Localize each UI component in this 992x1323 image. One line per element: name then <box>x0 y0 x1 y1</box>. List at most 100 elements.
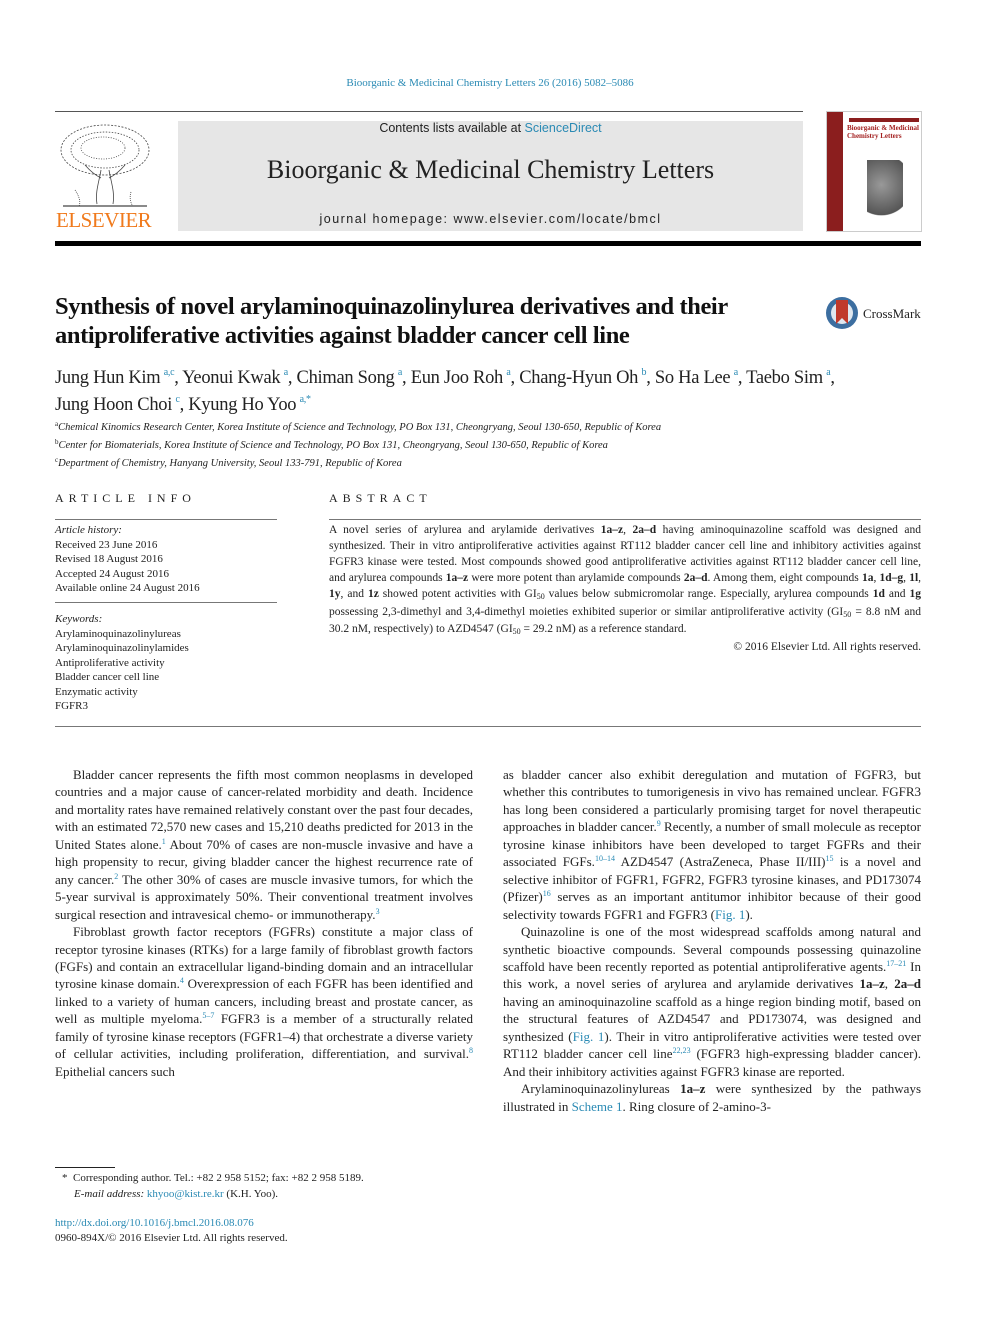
body-column-right: as bladder cancer also exhibit deregulat… <box>503 766 921 1115</box>
history-item: Revised 18 August 2016 <box>55 553 163 565</box>
author-affiliation-marker[interactable]: c <box>176 394 180 405</box>
reference-link[interactable]: 22,23 <box>673 1046 691 1055</box>
reference-link[interactable]: 17–21 <box>886 959 906 968</box>
abstract-copyright: © 2016 Elsevier Ltd. All rights reserved… <box>733 641 921 654</box>
contents-prefix: Contents lists available at <box>379 121 525 135</box>
doi-link[interactable]: http://dx.doi.org/10.1016/j.bmcl.2016.08… <box>55 1217 254 1229</box>
header-divider <box>55 111 803 112</box>
article-info-heading: ARTICLE INFO <box>55 491 196 505</box>
author-affiliation-marker[interactable]: a,* <box>300 394 311 405</box>
history-item: Received 23 June 2016 <box>55 538 158 551</box>
author-affiliation-marker[interactable]: a <box>734 367 738 378</box>
author-name[interactable]: Taebo Sim <box>746 368 823 388</box>
author-list: Jung Hun Kim a,c, Yeonui Kwak a, Chiman … <box>55 367 835 415</box>
abstract-bottom-divider <box>55 726 921 727</box>
figure-link[interactable]: Fig. 1 <box>715 907 745 922</box>
keyword-item: Enzymatic activity <box>55 685 138 698</box>
keyword-item: FGFR3 <box>55 700 89 712</box>
author-affiliation-marker[interactable]: a,c <box>164 367 175 378</box>
cover-molecule-image <box>867 160 903 222</box>
journal-citation[interactable]: Bioorganic & Medicinal Chemistry Letters… <box>0 77 980 89</box>
footnote-marker: * <box>62 1172 68 1184</box>
body-paragraph: Fibroblast growth factor receptors (FGFR… <box>55 924 473 1079</box>
article-history: Article history: Received 23 June 2016 Re… <box>55 523 277 596</box>
doi-block: http://dx.doi.org/10.1016/j.bmcl.2016.08… <box>55 1216 475 1246</box>
crossmark-label: CrossMark <box>863 306 921 321</box>
author-affiliation-marker[interactable]: a <box>826 367 830 378</box>
article-info-divider <box>55 519 277 520</box>
footnote-text: Corresponding author. Tel.: +82 2 958 51… <box>73 1172 364 1184</box>
sciencedirect-link[interactable]: ScienceDirect <box>525 121 602 135</box>
keyword-item: Antiproliferative activity <box>55 656 165 669</box>
reference-link[interactable]: 16 <box>543 889 551 898</box>
history-list: Received 23 June 2016 Revised 18 August 2… <box>55 538 277 596</box>
reference-link[interactable]: 9 <box>657 819 661 828</box>
affiliation-item: bCenter for Biomaterials, Korea Institut… <box>55 438 608 451</box>
article-title: Synthesis of novel arylaminoquinazolinyl… <box>55 293 728 349</box>
elsevier-logo-text: ELSEVIER <box>56 208 152 232</box>
reference-link[interactable]: 8 <box>469 1046 473 1055</box>
email-label: E-mail address: <box>74 1188 145 1200</box>
author-name[interactable]: Kyung Ho Yoo <box>188 395 296 415</box>
cover-spine <box>827 112 843 231</box>
author-name[interactable]: Eun Joo Roh <box>411 368 504 388</box>
keyword-item: Bladder cancer cell line <box>55 671 160 683</box>
body-paragraph: Quinazoline is one of the most widesprea… <box>503 924 922 1079</box>
author-name[interactable]: Chang-Hyun Oh <box>519 368 638 388</box>
abstract: A novel series of arylurea and arylamide… <box>329 523 921 656</box>
journal-homepage[interactable]: journal homepage: www.elsevier.com/locat… <box>178 212 803 226</box>
email-link[interactable]: khyoo@kist.re.kr <box>147 1188 224 1200</box>
contents-line: Contents lists available at ScienceDirec… <box>178 121 803 135</box>
crossmark-button[interactable]: CrossMark <box>826 297 926 333</box>
affiliations: aChemical Kinomics Research Center, Kore… <box>55 417 935 471</box>
author-name[interactable]: Yeonui Kwak <box>182 368 280 388</box>
reference-link[interactable]: 2 <box>114 872 118 881</box>
body-column-left: Bladder cancer represents the fifth most… <box>55 766 473 1080</box>
corresponding-author-footnote: * Corresponding author. Tel.: +82 2 958 … <box>62 1170 482 1202</box>
author-name[interactable]: So Ha Lee <box>655 368 731 388</box>
author-name[interactable]: Chiman Song <box>297 368 395 388</box>
author-affiliation-marker[interactable]: a <box>506 367 510 378</box>
body-paragraph: Bladder cancer represents the fifth most… <box>55 767 473 922</box>
figure-link[interactable]: Fig. 1 <box>573 1029 605 1044</box>
header-thick-divider <box>55 241 921 246</box>
body-paragraph: as bladder cancer also exhibit deregulat… <box>503 767 921 922</box>
author-name[interactable]: Jung Hun Kim <box>55 368 161 388</box>
author-affiliation-marker[interactable]: a <box>284 367 288 378</box>
reference-link[interactable]: 3 <box>376 907 380 916</box>
cover-bar <box>849 118 919 122</box>
body-paragraph: Arylaminoquinazolinylureas 1a–z were syn… <box>503 1081 921 1114</box>
keyword-item: Arylaminoquinazolinylamides <box>55 642 189 654</box>
keyword-item: Arylaminoquinazolinylureas <box>55 627 181 640</box>
abstract-divider <box>329 519 921 520</box>
abstract-heading: ABSTRACT <box>329 491 432 505</box>
keywords-label: Keywords: <box>55 613 103 625</box>
reference-link[interactable]: 15 <box>826 854 834 863</box>
issn-copyright: 0960-894X/© 2016 Elsevier Ltd. All right… <box>55 1232 288 1244</box>
author-name[interactable]: Jung Hoon Choi <box>55 395 172 415</box>
journal-title: Bioorganic & Medicinal Chemistry Letters <box>266 155 715 184</box>
affiliation-key: a <box>55 420 59 428</box>
footnote-divider <box>55 1167 115 1168</box>
affiliation-item: cDepartment of Chemistry, Hanyang Univer… <box>55 456 402 469</box>
author-affiliation-marker[interactable]: a <box>398 367 402 378</box>
keywords: Keywords: Arylaminoquinazolinylureas Aryl… <box>55 612 277 714</box>
affiliation-item: aChemical Kinomics Research Center, Kore… <box>55 420 662 433</box>
figure-link[interactable]: Scheme 1 <box>572 1099 623 1114</box>
cover-title: Bioorganic & Medicinal Chemistry Letters <box>847 124 919 140</box>
history-item: Accepted 24 August 2016 <box>55 567 169 580</box>
history-label: Article history: <box>55 524 122 536</box>
reference-link[interactable]: 1 <box>162 837 166 846</box>
affiliation-key: c <box>55 456 59 464</box>
affiliation-key: b <box>55 438 59 446</box>
email-suffix: (K.H. Yoo). <box>223 1188 279 1200</box>
journal-cover-thumbnail[interactable]: Bioorganic & Medicinal Chemistry Letters <box>826 111 922 232</box>
author-affiliation-marker[interactable]: b <box>642 367 647 378</box>
abstract-text: A novel series of arylurea and arylamide… <box>329 524 922 637</box>
reference-link[interactable]: 5–7 <box>202 1011 214 1020</box>
reference-link[interactable]: 10–14 <box>595 854 615 863</box>
keywords-list: Arylaminoquinazolinylureas Arylaminoquina… <box>55 627 277 714</box>
history-item: Available online 24 August 2016 <box>55 582 200 594</box>
reference-link[interactable]: 4 <box>180 976 184 985</box>
keywords-divider <box>55 602 277 603</box>
